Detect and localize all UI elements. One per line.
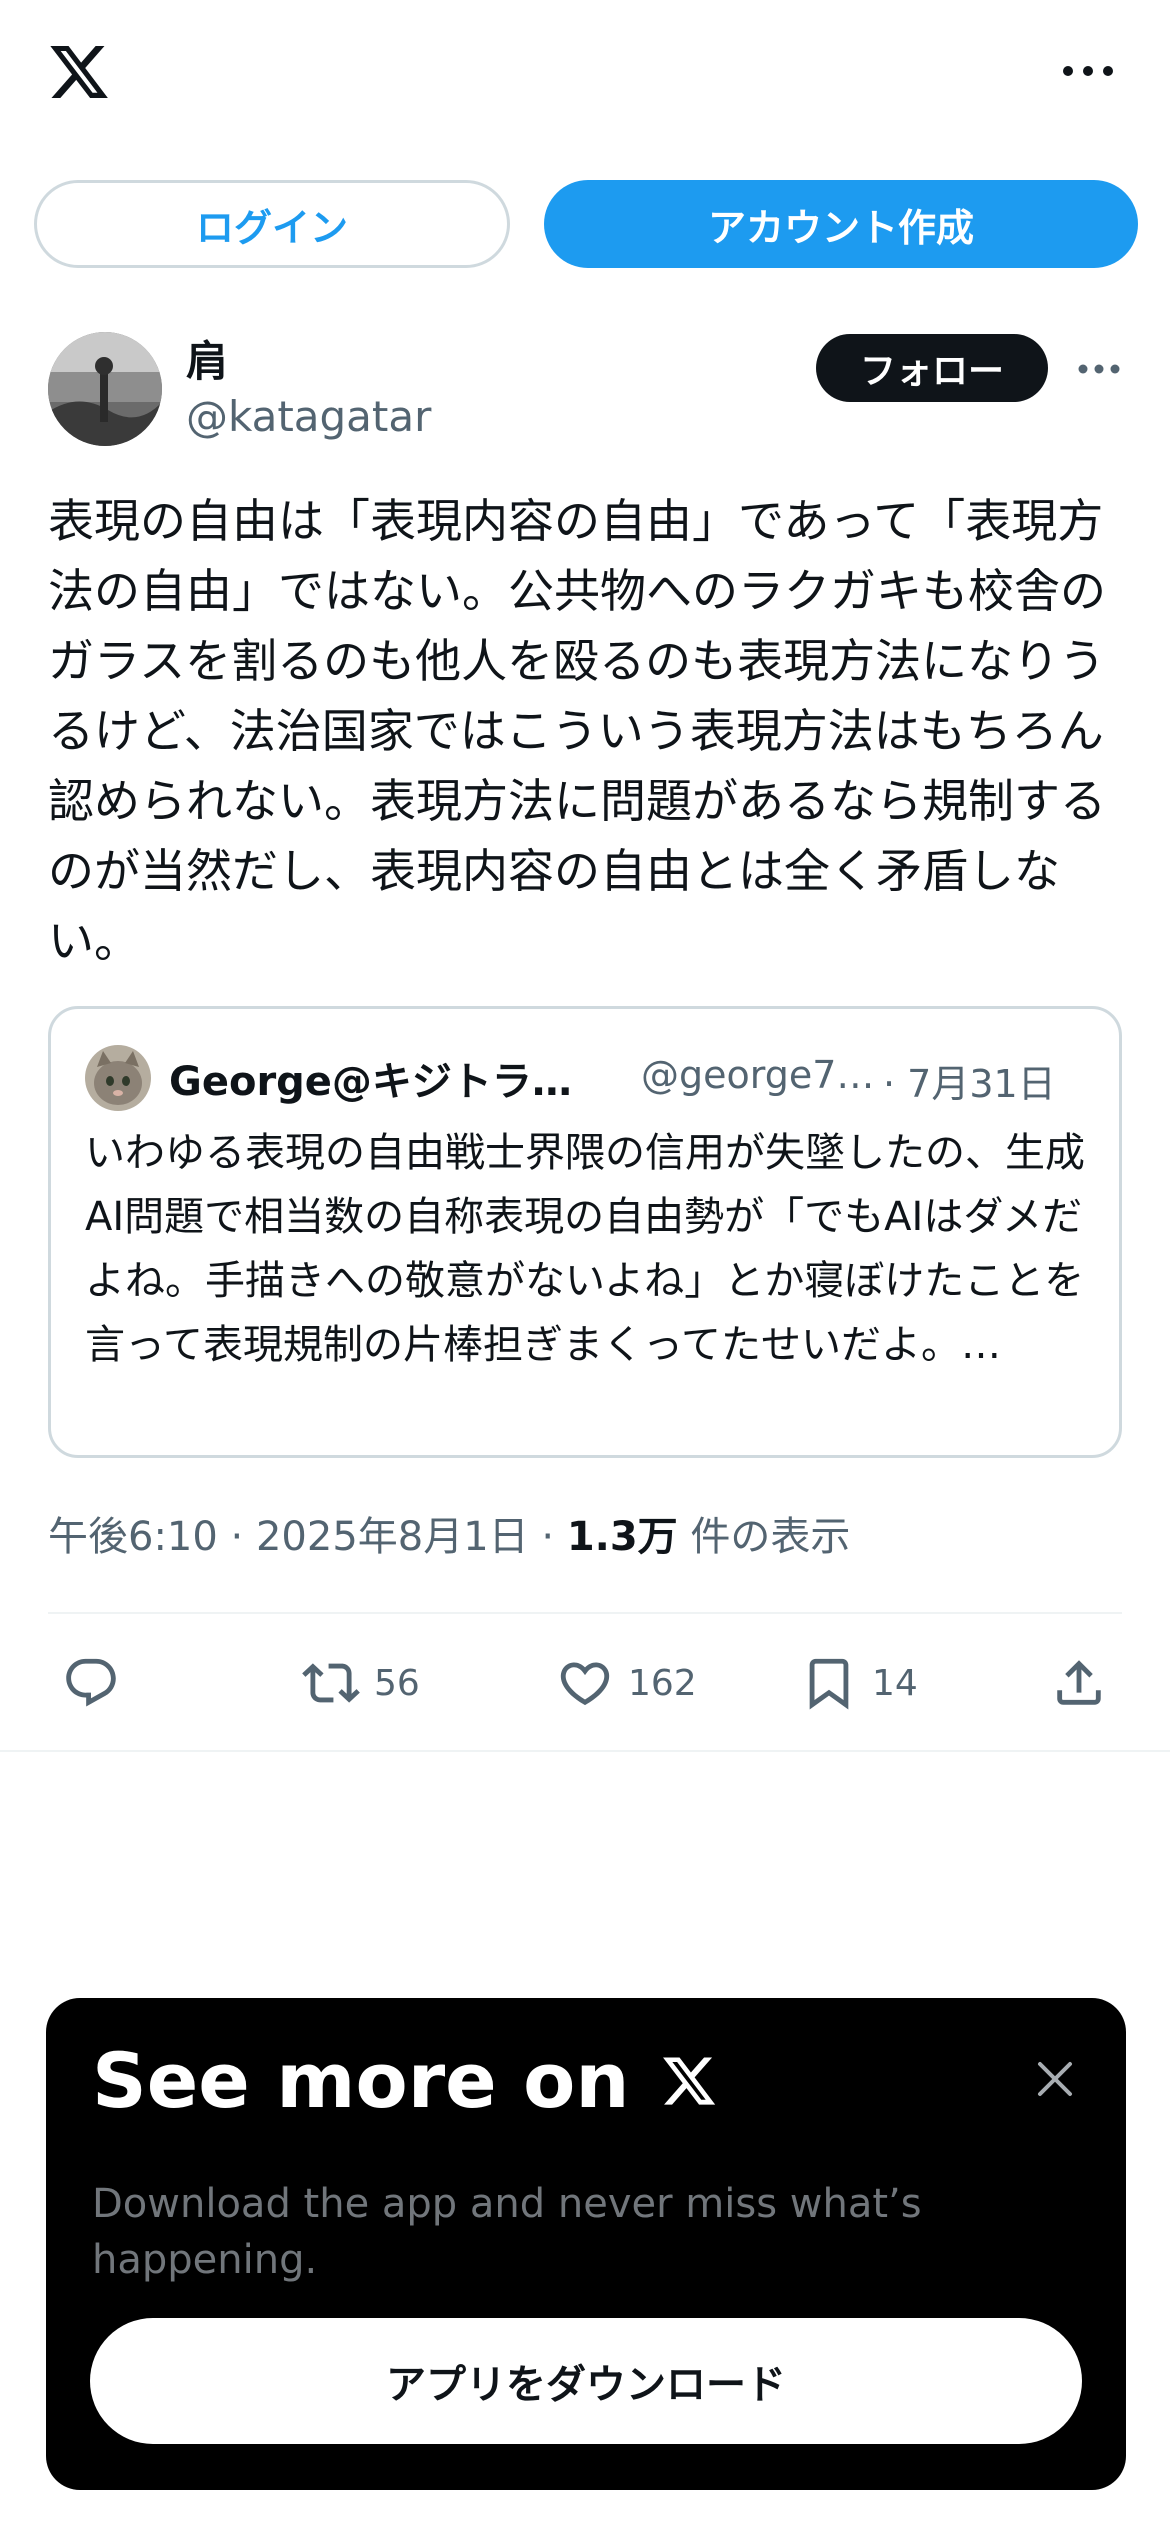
views-label: 件の表示: [677, 1514, 851, 1560]
like-button[interactable]: 162: [556, 1650, 697, 1716]
more-options-icon[interactable]: [1060, 56, 1116, 86]
quoted-text: いわゆる表現の自由戦士界隈の信用が失墜したの、生成AI問題で相当数の自称表現の自…: [85, 1130, 1085, 1368]
reply-button[interactable]: [62, 1650, 120, 1716]
x-logo-icon[interactable]: [44, 40, 114, 104]
promo-subtitle: Download the app and never miss what’s h…: [92, 2181, 922, 2283]
quoted-display-name: George@キジトラ…: [169, 1059, 572, 1105]
quoted-handle: @george7…: [641, 1053, 875, 1097]
author-display-name[interactable]: 肩: [186, 328, 228, 389]
promo-title-text: See more on: [92, 2036, 630, 2125]
post-more-icon[interactable]: [1076, 354, 1122, 384]
repost-icon: [302, 1663, 360, 1703]
login-button[interactable]: ログイン: [34, 180, 510, 268]
app-promo-sheet: See more on Download the app and never m…: [46, 1998, 1126, 2490]
bookmark-count: 14: [872, 1662, 918, 1704]
repost-count: 56: [374, 1662, 420, 1704]
like-count: 162: [628, 1662, 697, 1704]
heart-icon: [560, 1662, 610, 1706]
quoted-post-card[interactable]: George@キジトラ… @george7… · 7月31日 いわゆる表現の自由…: [48, 1006, 1122, 1458]
quoted-date: · 7月31日: [883, 1062, 1056, 1106]
create-account-button[interactable]: アカウント作成: [544, 180, 1138, 268]
author-handle[interactable]: @katagatar: [186, 392, 431, 441]
repost-button[interactable]: 56: [302, 1650, 420, 1716]
close-icon[interactable]: [1030, 2054, 1080, 2104]
post-timestamp[interactable]: 午後6:10 · 2025年8月1日 ·: [48, 1514, 567, 1560]
avatar[interactable]: [48, 332, 162, 446]
bookmark-icon: [809, 1658, 849, 1710]
post-text: 表現の自由は「表現内容の自由」であって「表現方法の自由」ではない。公共物へのラク…: [48, 494, 1106, 968]
bookmark-button[interactable]: 14: [800, 1650, 918, 1716]
reply-icon: [66, 1658, 116, 1707]
x-logo-icon: [662, 2056, 715, 2105]
divider: [0, 1750, 1170, 1752]
post-meta: 午後6:10 · 2025年8月1日 · 1.3万 件の表示: [48, 1504, 850, 1562]
promo-title: See more on: [92, 2036, 718, 2125]
share-icon: [1057, 1660, 1101, 1705]
share-button[interactable]: [1050, 1650, 1108, 1716]
top-bar: [0, 0, 1170, 150]
follow-button[interactable]: フォロー: [816, 334, 1048, 402]
download-app-button[interactable]: アプリをダウンロード: [90, 2318, 1082, 2444]
views-count: 1.3万: [566, 1514, 678, 1560]
divider: [48, 1612, 1122, 1614]
quoted-avatar: [85, 1045, 151, 1111]
